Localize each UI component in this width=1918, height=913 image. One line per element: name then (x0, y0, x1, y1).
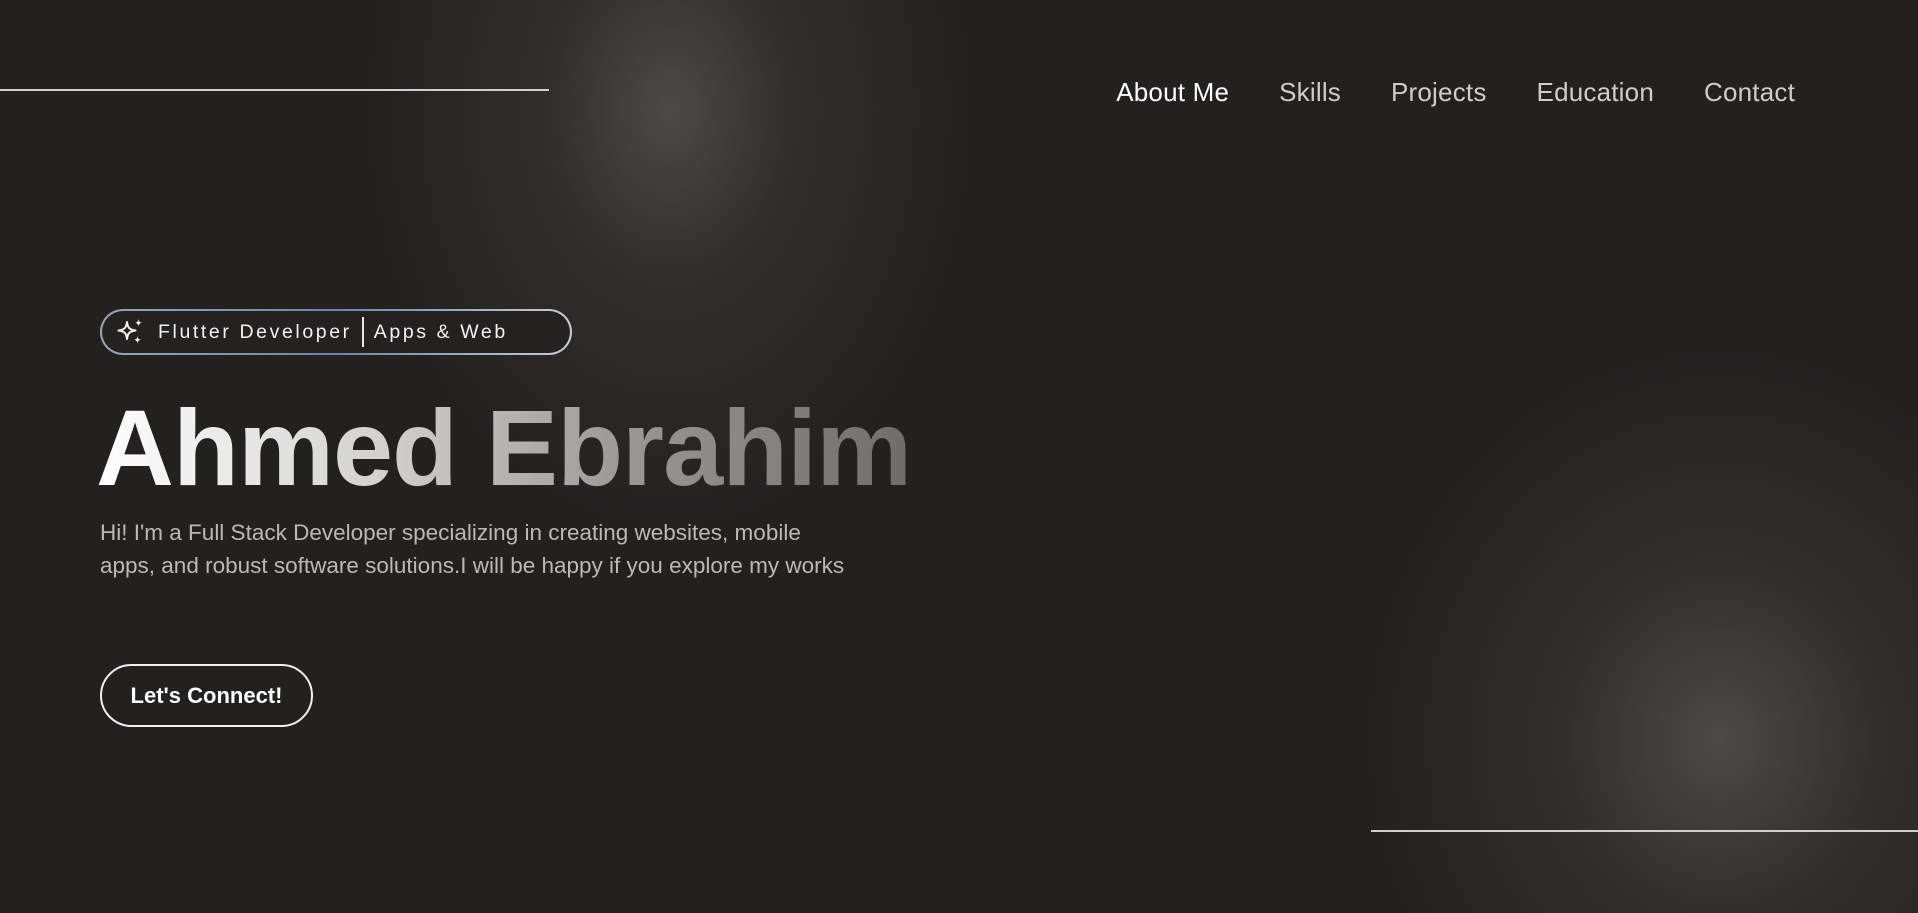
role-badge: Flutter Developer Apps & Web (100, 309, 572, 355)
decorative-line-bottom (1371, 830, 1918, 832)
lets-connect-button[interactable]: Let's Connect! (100, 664, 313, 727)
nav-item-projects[interactable]: Projects (1391, 73, 1487, 111)
badge-divider (361, 317, 364, 347)
decorative-line-top (0, 89, 549, 91)
nav-item-about-me[interactable]: About Me (1116, 73, 1229, 111)
main-nav: About Me Skills Projects Education Conta… (1116, 73, 1795, 111)
badge-focus-text: Apps & Web (373, 320, 508, 343)
badge-role-text: Flutter Developer (158, 320, 352, 343)
hero-name: Ahmed Ebrahim (96, 383, 912, 513)
nav-item-education[interactable]: Education (1537, 73, 1654, 111)
nav-item-contact[interactable]: Contact (1704, 73, 1795, 111)
sparkles-icon (116, 317, 146, 347)
page: About Me Skills Projects Education Conta… (0, 0, 1918, 913)
nav-item-skills[interactable]: Skills (1279, 73, 1341, 111)
hero-intro: Hi! I'm a Full Stack Developer specializ… (100, 520, 845, 578)
